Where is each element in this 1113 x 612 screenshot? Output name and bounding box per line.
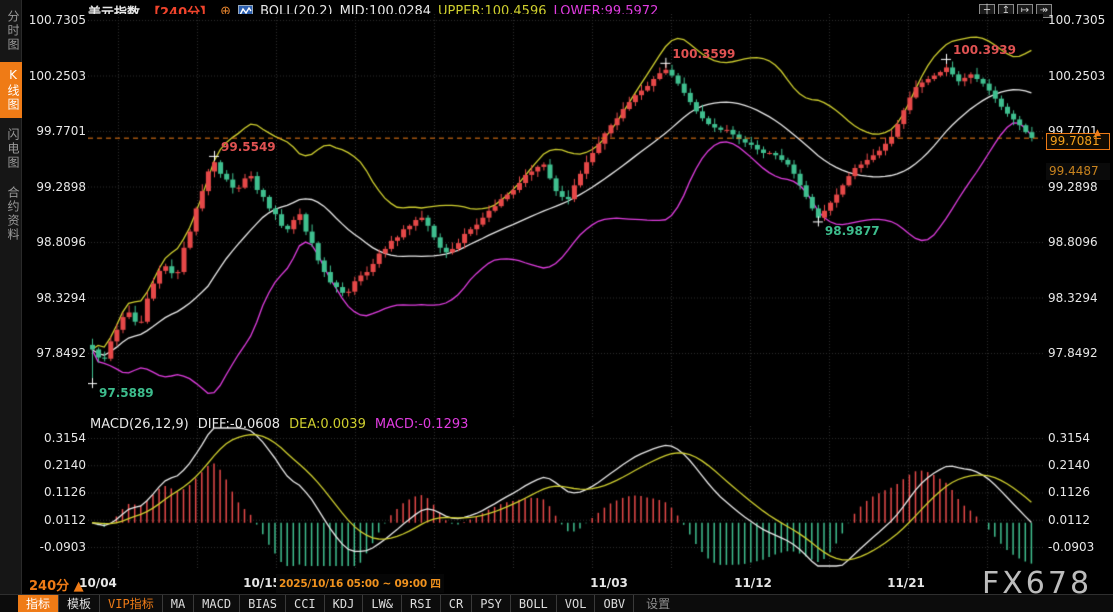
macd-tick-left: -0.0903 — [24, 540, 86, 554]
price-annotation-98.9877: 98.9877 — [825, 224, 880, 238]
trading-app-window: 分时图K线图闪电图合约资料 美元指数 【240分】 ⊕ BOLL(20,2) M… — [0, 0, 1113, 612]
price-tick-left: 98.3294 — [24, 291, 86, 305]
price-tick-right: 99.2898 — [1048, 180, 1110, 194]
toolbar-item-CR[interactable]: CR — [441, 595, 472, 612]
macd-tick-right: -0.0903 — [1048, 540, 1110, 554]
sidebar-tab-0[interactable]: 分时图 — [0, 4, 22, 58]
toolbar-item-VOL[interactable]: VOL — [557, 595, 596, 612]
price-annotation-100.3599: 100.3599 — [672, 47, 735, 61]
toolbar-item-CCI[interactable]: CCI — [286, 595, 325, 612]
toolbar-item-BOLL[interactable]: BOLL — [511, 595, 557, 612]
macd-tick-right: 0.3154 — [1048, 431, 1110, 445]
indicator-toolbar: 指标模板VIP指标MAMACDBIASCCIKDJLW&RSICRPSYBOLL… — [0, 594, 1113, 612]
bar-time-tooltip: 2025/10/16 05:00 ~ 09:00 四 — [276, 574, 444, 593]
price-tick-left: 97.8492 — [24, 346, 86, 360]
macd-tick-left: 0.0112 — [24, 513, 86, 527]
price-tick-right: 100.7305 — [1048, 13, 1110, 27]
price-tick-left: 98.8096 — [24, 235, 86, 249]
toolbar-item-模板[interactable]: 模板 — [59, 595, 100, 612]
date-tick-10-04: 10/04 — [79, 576, 117, 590]
macd-tick-left: 0.2140 — [24, 458, 86, 472]
sidebar-tab-3[interactable]: 合约资料 — [0, 180, 22, 248]
price-tick-right: 98.8096 — [1048, 235, 1110, 249]
price-tick-left: 99.7701 — [24, 124, 86, 138]
date-tick-11-03: 11/03 — [590, 576, 628, 590]
price-tick-left: 100.2503 — [24, 69, 86, 83]
toolbar-item-LW&[interactable]: LW& — [363, 595, 402, 612]
main-chart-canvas[interactable] — [88, 14, 1043, 418]
sidebar-tab-2[interactable]: 闪电图 — [0, 122, 22, 176]
date-tick-11-12: 11/12 — [734, 576, 772, 590]
toolbar-item-PSY[interactable]: PSY — [472, 595, 511, 612]
toolbar-item-MA[interactable]: MA — [163, 595, 194, 612]
macd-header: MACD(26,12,9) DIFF:-0.0608 DEA:0.0039 MA… — [90, 417, 468, 432]
price-tick-right: 100.2503 — [1048, 69, 1110, 83]
macd-tick-right: 0.0112 — [1048, 513, 1110, 527]
price-tick-right: 98.3294 — [1048, 291, 1110, 305]
toolbar-item-OBV[interactable]: OBV — [595, 595, 634, 612]
price-annotation-99.5549: 99.5549 — [221, 140, 276, 154]
sidebar-tab-1[interactable]: K线图 — [0, 62, 22, 118]
price-tick-left: 100.7305 — [24, 13, 86, 27]
price-annotation-97.5889: 97.5889 — [99, 386, 154, 400]
toolbar-item-RSI[interactable]: RSI — [402, 595, 441, 612]
macd-indicator-label: MACD(26,12,9) — [90, 417, 189, 432]
macd-tick-left: 0.3154 — [24, 431, 86, 445]
macd-tick-left: 0.1126 — [24, 485, 86, 499]
price-up-arrow-icon: ▲ — [1094, 129, 1101, 139]
macd-dea-value: DEA:0.0039 — [289, 417, 366, 432]
toolbar-item-设置[interactable]: 设置 — [638, 595, 678, 612]
toolbar-item-指标[interactable]: 指标 — [18, 595, 59, 612]
price-annotation-100.3939: 100.3939 — [953, 43, 1016, 57]
time-axis: 240分 ▲ FX678 10/0410/1510/2411/0311/1211… — [0, 568, 1113, 594]
macd-tick-right: 0.1126 — [1048, 485, 1110, 499]
toolbar-item-MACD[interactable]: MACD — [194, 595, 240, 612]
left-sidebar: 分时图 K线图闪电图合约资料 — [0, 0, 22, 612]
price-tick-right: 97.8492 — [1048, 346, 1110, 360]
secondary-price-box: 99.4487 — [1046, 163, 1110, 180]
price-tick-left: 99.2898 — [24, 180, 86, 194]
toolbar-item-KDJ[interactable]: KDJ — [325, 595, 364, 612]
date-tick-11-21: 11/21 — [887, 576, 925, 590]
macd-diff-value: DIFF:-0.0608 — [198, 417, 280, 432]
macd-tick-right: 0.2140 — [1048, 458, 1110, 472]
toolbar-item-VIP指标[interactable]: VIP指标 — [100, 595, 163, 612]
toolbar-item-BIAS[interactable]: BIAS — [240, 595, 286, 612]
macd-macd-value: MACD:-0.1293 — [375, 417, 469, 432]
macd-chart-canvas[interactable] — [88, 426, 1043, 568]
